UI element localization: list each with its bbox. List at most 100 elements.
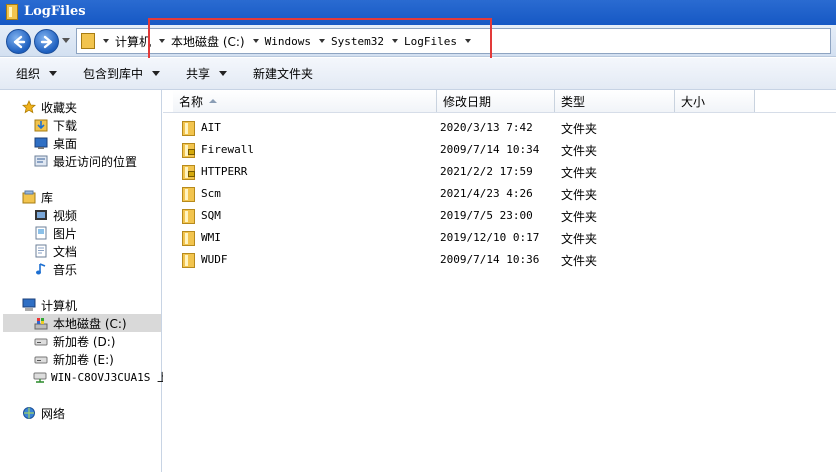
arrow-right-icon <box>40 35 53 49</box>
computer-icon <box>21 298 37 312</box>
breadcrumb-item[interactable]: 计算机 <box>99 29 155 53</box>
nav-label: 图片 <box>53 226 78 241</box>
file-type: 文件夹 <box>561 254 598 268</box>
breadcrumb-item[interactable]: System32 <box>315 29 388 53</box>
library-icon <box>21 190 37 204</box>
nav-favorites[interactable]: 收藏夹 <box>3 98 161 116</box>
folder-icon <box>182 253 195 268</box>
file-modified: 2021/4/23 4:26 <box>440 187 533 200</box>
nav-libraries[interactable]: 库 <box>3 188 161 206</box>
desktop-icon <box>33 136 49 150</box>
file-name: SQM <box>201 209 221 222</box>
file-modified: 2021/2/2 17:59 <box>440 165 533 178</box>
file-modified: 2020/3/13 7:42 <box>440 121 533 134</box>
chevron-down-icon[interactable] <box>318 39 325 43</box>
file-row[interactable]: WUDF 2009/7/14 10:36 文件夹 <box>163 249 836 271</box>
forward-button[interactable] <box>34 29 59 54</box>
nav-drive-c[interactable]: 本地磁盘 (C:) <box>3 314 161 332</box>
breadcrumb-item[interactable]: LogFiles <box>388 29 461 53</box>
chevron-down-icon <box>152 71 161 76</box>
breadcrumb-item[interactable]: 本地磁盘 (C:) <box>155 29 249 53</box>
file-type: 文件夹 <box>561 188 598 202</box>
nav-music[interactable]: 音乐 <box>3 260 161 278</box>
include-in-library-menu[interactable]: 包含到库中 <box>67 58 170 90</box>
file-name: Firewall <box>201 143 254 156</box>
nav-pictures[interactable]: 图片 <box>3 224 161 242</box>
chevron-down-icon <box>219 71 228 76</box>
share-menu[interactable]: 共享 <box>170 58 237 90</box>
new-folder-button[interactable]: 新建文件夹 <box>237 58 323 90</box>
file-row[interactable]: AIT 2020/3/13 7:42 文件夹 <box>163 117 836 139</box>
chevron-down-icon[interactable] <box>159 39 166 43</box>
folder-icon <box>182 121 195 136</box>
nav-label: 桌面 <box>53 136 78 151</box>
breadcrumb: 计算机 本地磁盘 (C:) Windows System32 LogFiles <box>99 29 481 53</box>
music-icon <box>33 262 49 276</box>
breadcrumb-label: Windows <box>264 34 311 48</box>
nav-label: 最近访问的位置 <box>53 154 138 169</box>
folder-icon <box>182 187 195 202</box>
window-title: LogFiles <box>24 4 86 19</box>
file-type: 文件夹 <box>561 232 598 246</box>
breadcrumb-label: LogFiles <box>403 34 457 48</box>
column-header-modified[interactable]: 修改日期 <box>437 90 555 112</box>
nav-network[interactable]: 网络 <box>3 404 161 422</box>
arrow-left-icon <box>13 35 26 49</box>
nav-label: 音乐 <box>53 262 78 277</box>
chevron-down-icon <box>49 71 58 76</box>
column-header-size[interactable]: 大小 <box>675 90 755 112</box>
nav-desktop[interactable]: 桌面 <box>3 134 161 152</box>
column-header-label: 修改日期 <box>443 94 492 109</box>
address-bar-area: 计算机 本地磁盘 (C:) Windows System32 LogFiles <box>0 25 836 57</box>
column-header-label: 名称 <box>179 94 204 109</box>
breadcrumb-item[interactable]: Windows <box>249 29 315 53</box>
nav-downloads[interactable]: 下载 <box>3 116 161 134</box>
file-row[interactable]: WMI 2019/12/10 0:17 文件夹 <box>163 227 836 249</box>
column-header-type[interactable]: 类型 <box>555 90 675 112</box>
network-icon <box>21 406 37 420</box>
organize-menu[interactable]: 组织 <box>0 58 67 90</box>
nav-documents[interactable]: 文档 <box>3 242 161 260</box>
system-drive-icon <box>33 316 49 330</box>
chevron-down-icon[interactable] <box>464 39 471 43</box>
nav-label: 库 <box>41 190 54 205</box>
breadcrumb-label: System32 <box>330 34 384 48</box>
nav-drive-e[interactable]: 新加卷 (E:) <box>3 350 161 368</box>
column-header-name[interactable]: 名称 <box>173 90 437 112</box>
folder-icon <box>81 33 95 49</box>
nav-network-drive[interactable]: WIN-C8OVJ3CUA1S 上 <box>3 368 168 386</box>
file-type: 文件夹 <box>561 166 598 180</box>
recent-places-icon <box>33 154 49 168</box>
drive-icon <box>33 334 49 348</box>
downloads-folder-icon <box>33 118 49 132</box>
file-row[interactable]: Firewall 2009/7/14 10:34 文件夹 <box>163 139 836 161</box>
lock-icon <box>188 171 195 177</box>
nav-label: 新加卷 (D:) <box>53 334 116 349</box>
file-row[interactable]: HTTPERR 2021/2/2 17:59 文件夹 <box>163 161 836 183</box>
file-type: 文件夹 <box>561 210 598 224</box>
file-row[interactable]: Scm 2021/4/23 4:26 文件夹 <box>163 183 836 205</box>
recent-pages-dropdown-icon[interactable] <box>62 38 70 43</box>
file-name: HTTPERR <box>201 165 248 178</box>
file-type: 文件夹 <box>561 122 598 136</box>
address-box[interactable]: 计算机 本地磁盘 (C:) Windows System32 LogFiles <box>76 28 831 54</box>
chevron-down-icon[interactable] <box>252 39 259 43</box>
include-in-library-label: 包含到库中 <box>83 67 144 81</box>
nav-drive-d[interactable]: 新加卷 (D:) <box>3 332 161 350</box>
nav-recent-places[interactable]: 最近访问的位置 <box>3 152 161 170</box>
share-label: 共享 <box>186 67 211 81</box>
chevron-down-icon[interactable] <box>391 39 398 43</box>
chevron-down-icon[interactable] <box>103 39 109 43</box>
nav-computer[interactable]: 计算机 <box>3 296 161 314</box>
back-button[interactable] <box>6 29 31 54</box>
title-bar: LogFiles <box>0 0 836 25</box>
nav-label: WIN-C8OVJ3CUA1S 上 <box>51 371 168 384</box>
nav-label: 新加卷 (E:) <box>53 352 114 367</box>
file-type: 文件夹 <box>561 144 598 158</box>
file-name: WMI <box>201 231 221 244</box>
nav-videos[interactable]: 视频 <box>3 206 161 224</box>
breadcrumb-dropdown[interactable] <box>461 29 481 53</box>
file-row[interactable]: SQM 2019/7/5 23:00 文件夹 <box>163 205 836 227</box>
file-name: Scm <box>201 187 221 200</box>
folder-icon <box>6 4 18 20</box>
